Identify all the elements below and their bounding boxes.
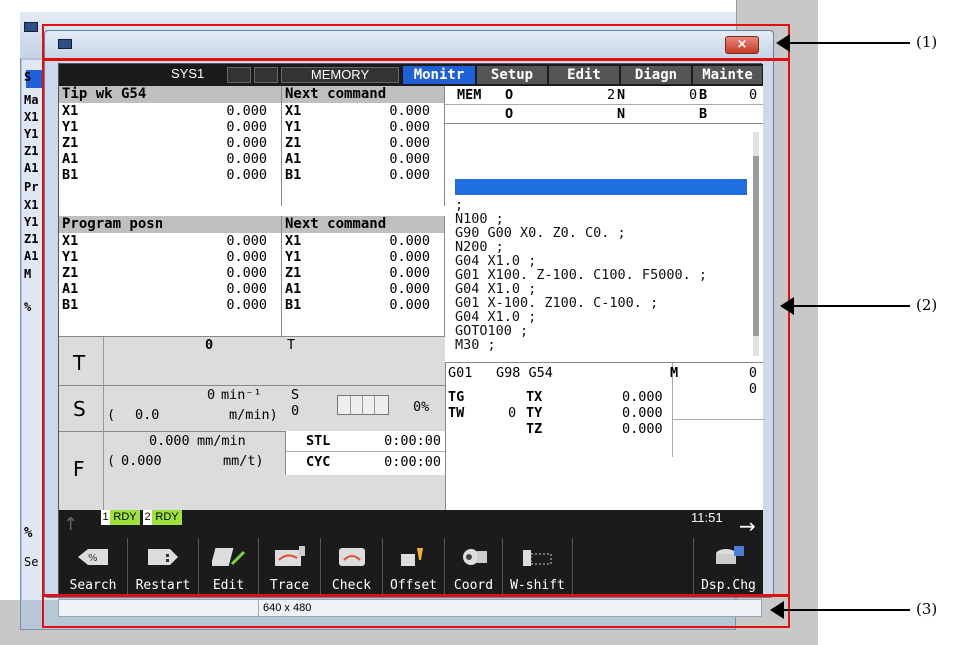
callout-box-2 — [42, 59, 790, 596]
callout-box-3 — [42, 595, 790, 628]
app-icon — [24, 22, 38, 32]
callout-arrowhead-3 — [770, 601, 784, 619]
callout-line-1 — [785, 42, 910, 44]
callout-line-2 — [790, 305, 910, 307]
bg-label: Pr — [24, 180, 39, 194]
bg-label: % — [24, 300, 32, 314]
callout-label-3: (3) — [916, 600, 938, 618]
bg-label: X1 — [24, 198, 39, 212]
bg-label: A1 — [24, 161, 39, 175]
bg-label: Se — [24, 555, 39, 569]
callout-label-1: (1) — [916, 33, 938, 51]
bg-label: % — [24, 525, 33, 541]
callout-line-3 — [780, 609, 910, 611]
bg-label: X1 — [24, 110, 39, 124]
callout-arrowhead-2 — [780, 297, 794, 315]
bg-label: Z1 — [24, 232, 39, 246]
callout-box-1 — [42, 24, 790, 60]
bg-label: S — [24, 70, 32, 84]
bg-label: Ma — [24, 93, 39, 107]
bg-label: Y1 — [24, 127, 39, 141]
callout-arrowhead-1 — [776, 34, 790, 52]
bg-label: Z1 — [24, 144, 39, 158]
callout-label-2: (2) — [916, 296, 938, 314]
bg-label: M — [24, 267, 32, 281]
bg-label: Y1 — [24, 215, 39, 229]
bg-label: A1 — [24, 249, 39, 263]
